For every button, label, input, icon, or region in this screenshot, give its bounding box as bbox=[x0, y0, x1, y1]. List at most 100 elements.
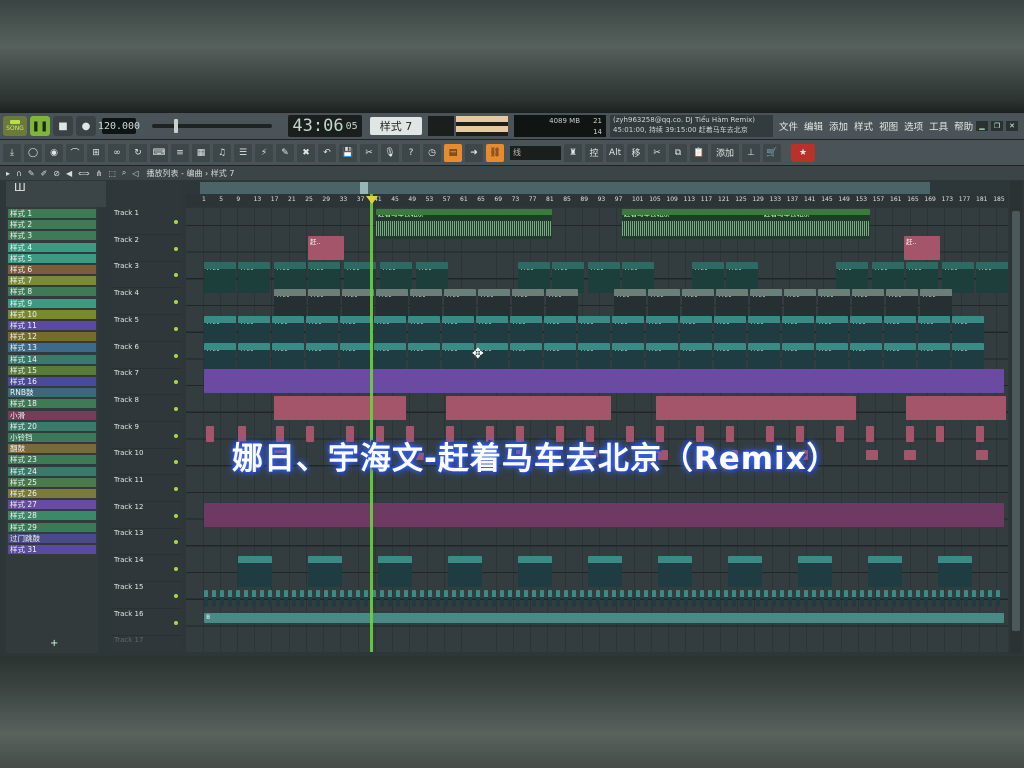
clip[interactable] bbox=[756, 589, 760, 607]
pattern-item[interactable]: 样式 28 bbox=[8, 511, 96, 521]
clip[interactable] bbox=[924, 589, 928, 607]
clip[interactable] bbox=[420, 589, 424, 607]
menu-view[interactable]: 视图 bbox=[879, 119, 898, 133]
clip[interactable] bbox=[628, 589, 632, 607]
pattern-item[interactable]: 样式 18 bbox=[8, 399, 96, 409]
clip[interactable] bbox=[206, 425, 214, 442]
clip[interactable] bbox=[980, 589, 984, 607]
clip[interactable] bbox=[500, 589, 504, 607]
pattern-item[interactable]: 样式 8 bbox=[8, 287, 96, 297]
clip[interactable]: 赶着马车去北京 bbox=[376, 209, 552, 239]
pattern-item[interactable]: 样式 25 bbox=[8, 477, 96, 487]
plugin-icon[interactable]: ⚡ bbox=[255, 143, 273, 162]
download-icon[interactable]: ⤓ bbox=[3, 143, 21, 162]
clip[interactable] bbox=[652, 589, 656, 607]
clip[interactable] bbox=[940, 589, 944, 607]
pattern-item[interactable]: 样式 14 bbox=[8, 354, 96, 364]
playlist-overview[interactable] bbox=[200, 182, 930, 194]
clip[interactable] bbox=[656, 395, 856, 420]
track-header[interactable]: Track 16 bbox=[112, 609, 182, 636]
clip[interactable] bbox=[548, 589, 552, 607]
track-header[interactable]: Track 4 bbox=[112, 288, 182, 316]
track-header[interactable]: Track 8 bbox=[112, 395, 182, 422]
slip-icon[interactable]: ⟺ bbox=[78, 169, 89, 178]
track-enable-dot[interactable] bbox=[174, 380, 178, 385]
blend-icon[interactable]: ∞ bbox=[108, 143, 126, 162]
clip[interactable] bbox=[204, 502, 1004, 527]
clip[interactable] bbox=[532, 589, 536, 607]
track-enable-dot[interactable] bbox=[174, 460, 178, 465]
track-enable-dot[interactable] bbox=[174, 567, 178, 572]
tempo-icon[interactable]: ◷ bbox=[423, 143, 441, 162]
browser-icon[interactable]: ☰ bbox=[234, 143, 252, 162]
clip[interactable] bbox=[236, 589, 240, 607]
track-enable-dot[interactable] bbox=[174, 246, 178, 251]
clip[interactable] bbox=[252, 589, 256, 607]
clip[interactable] bbox=[276, 589, 280, 607]
clip[interactable] bbox=[308, 589, 312, 607]
control-button[interactable]: 控 bbox=[585, 143, 603, 162]
pattern-item[interactable]: 小铃铛 bbox=[8, 433, 96, 442]
add-pattern-button[interactable]: + bbox=[50, 638, 58, 649]
clip[interactable] bbox=[636, 589, 640, 607]
clip[interactable]: 赶.. bbox=[904, 235, 940, 260]
clip[interactable] bbox=[948, 589, 952, 607]
pattern-item[interactable]: 样式 7 bbox=[8, 276, 96, 286]
clip[interactable]: FX-085 bbox=[798, 556, 832, 588]
clip[interactable] bbox=[604, 589, 608, 607]
clip[interactable] bbox=[316, 589, 320, 607]
clip[interactable] bbox=[844, 589, 848, 607]
menu-patterns[interactable]: 样式 bbox=[854, 119, 873, 133]
clip[interactable] bbox=[836, 589, 840, 607]
clip[interactable]: FX-085 bbox=[448, 556, 482, 588]
curve-icon[interactable]: ⌒ bbox=[66, 143, 84, 162]
track-header[interactable]: Track 3 bbox=[112, 261, 182, 289]
clip[interactable] bbox=[788, 589, 792, 607]
clip[interactable] bbox=[324, 589, 328, 607]
pattern-selector[interactable]: 样式 7 bbox=[370, 117, 422, 135]
clip[interactable]: 赶着马车去北京 bbox=[762, 209, 870, 239]
clip[interactable]: FX-085 bbox=[308, 556, 342, 588]
pattern-item[interactable]: 样式 1 bbox=[8, 209, 96, 218]
clip[interactable] bbox=[820, 589, 824, 607]
clip[interactable] bbox=[906, 395, 1006, 420]
cart-icon[interactable]: 🛒 bbox=[763, 143, 781, 162]
paint-icon[interactable]: ✐ bbox=[41, 169, 48, 178]
clip[interactable] bbox=[876, 589, 880, 607]
clip[interactable] bbox=[796, 589, 800, 607]
clip[interactable] bbox=[612, 589, 616, 607]
master-volume-slider[interactable] bbox=[152, 119, 272, 133]
clip[interactable]: FX-085 bbox=[588, 556, 622, 588]
arrow-icon[interactable]: ➜ bbox=[465, 143, 483, 162]
clip[interactable] bbox=[364, 589, 368, 607]
track-header[interactable]: Track 14 bbox=[112, 555, 182, 583]
pattern-item[interactable]: RNB鼓 bbox=[8, 388, 96, 398]
track-enable-dot[interactable] bbox=[174, 620, 178, 625]
menu-options[interactable]: 选项 bbox=[904, 119, 923, 133]
pattern-mode-icon[interactable]: ▤ bbox=[444, 143, 462, 162]
playlist-grid[interactable]: 赶着马车去北京 赶着马车去北京 赶着马车去北京 赶.. 赶.. 样式 2 样式 7 样式 6 样… bbox=[186, 208, 1008, 652]
clip[interactable] bbox=[916, 589, 920, 607]
clip[interactable] bbox=[476, 589, 480, 607]
track-header[interactable]: Track 13 bbox=[112, 528, 182, 556]
track-header[interactable]: Track 1 bbox=[112, 208, 182, 235]
clip[interactable] bbox=[812, 589, 816, 607]
track-header[interactable]: Track 7 bbox=[112, 368, 182, 396]
clip[interactable] bbox=[212, 589, 216, 607]
clip[interactable] bbox=[828, 589, 832, 607]
clip[interactable] bbox=[866, 425, 874, 442]
track-header[interactable]: Track 12 bbox=[112, 502, 182, 529]
stop-button[interactable]: ■ bbox=[53, 116, 73, 136]
clip[interactable] bbox=[700, 589, 704, 607]
clip[interactable] bbox=[508, 589, 512, 607]
clip[interactable] bbox=[452, 589, 456, 607]
clip[interactable] bbox=[996, 589, 1000, 607]
mic-icon[interactable]: 🎙 bbox=[381, 143, 399, 162]
alt-button[interactable]: Alt bbox=[606, 143, 624, 162]
speaker-icon[interactable]: ◁ bbox=[132, 169, 138, 178]
clip[interactable] bbox=[524, 589, 528, 607]
cut-icon[interactable]: ✂ bbox=[648, 143, 666, 162]
flag-icon[interactable]: ★ bbox=[791, 143, 815, 162]
pattern-item[interactable]: 样式 26 bbox=[8, 489, 96, 498]
clip[interactable] bbox=[764, 589, 768, 607]
